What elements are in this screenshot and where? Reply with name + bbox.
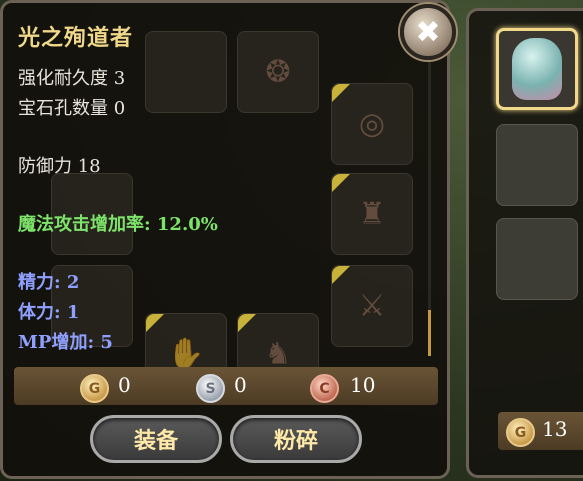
copper-amount: 10 [350, 373, 376, 397]
background-slot: ❂ [237, 31, 319, 113]
inventory-slot-empty[interactable] [496, 124, 578, 206]
sell-price-bar: G 0 S 0 C 10 [14, 367, 438, 405]
background-slot [145, 31, 227, 113]
gem-slots-text: 宝石孔数量 0 [18, 98, 126, 119]
silver-coin-icon: S [196, 374, 225, 403]
close-icon[interactable]: ✖ [400, 4, 456, 60]
stat-line: MP增加: 5 [18, 332, 113, 353]
background-slot: ◎ [331, 83, 413, 165]
cloak-icon: ♜ [358, 196, 386, 232]
gold-coin-icon: G [80, 374, 109, 403]
necklace-icon: ❂ [265, 54, 291, 90]
inventory-slot-selected-armor[interactable] [496, 28, 578, 110]
weapon-icon: ⚔ [358, 288, 386, 324]
side-gold-display: G 13 [498, 412, 583, 450]
inventory-slot-empty[interactable] [496, 218, 578, 300]
gold-coin-icon: G [506, 418, 535, 447]
background-slot: ♜ [331, 173, 413, 255]
shatter-button[interactable]: 粉碎 [230, 415, 362, 463]
stat-line: 体力: 1 [18, 302, 80, 323]
copper-coin-icon: C [310, 374, 339, 403]
equip-button[interactable]: 装备 [90, 415, 222, 463]
ring-icon: ◎ [358, 106, 386, 142]
silver-amount: 0 [234, 373, 247, 397]
defense-text: 防御力 18 [18, 156, 101, 177]
side-gold-amount: 13 [542, 417, 568, 441]
item-name: 光之殉道者 [18, 25, 134, 51]
stat-line: 精力: 2 [18, 272, 80, 293]
armor-icon [512, 38, 562, 100]
tooltip-scroll-thumb[interactable] [428, 310, 431, 356]
gold-amount: 0 [118, 373, 131, 397]
background-slot: ⚔ [331, 265, 413, 347]
durability-text: 强化耐久度 3 [18, 68, 126, 89]
magic-attack-bonus-text: 魔法攻击增加率: 12.0% [18, 214, 218, 235]
